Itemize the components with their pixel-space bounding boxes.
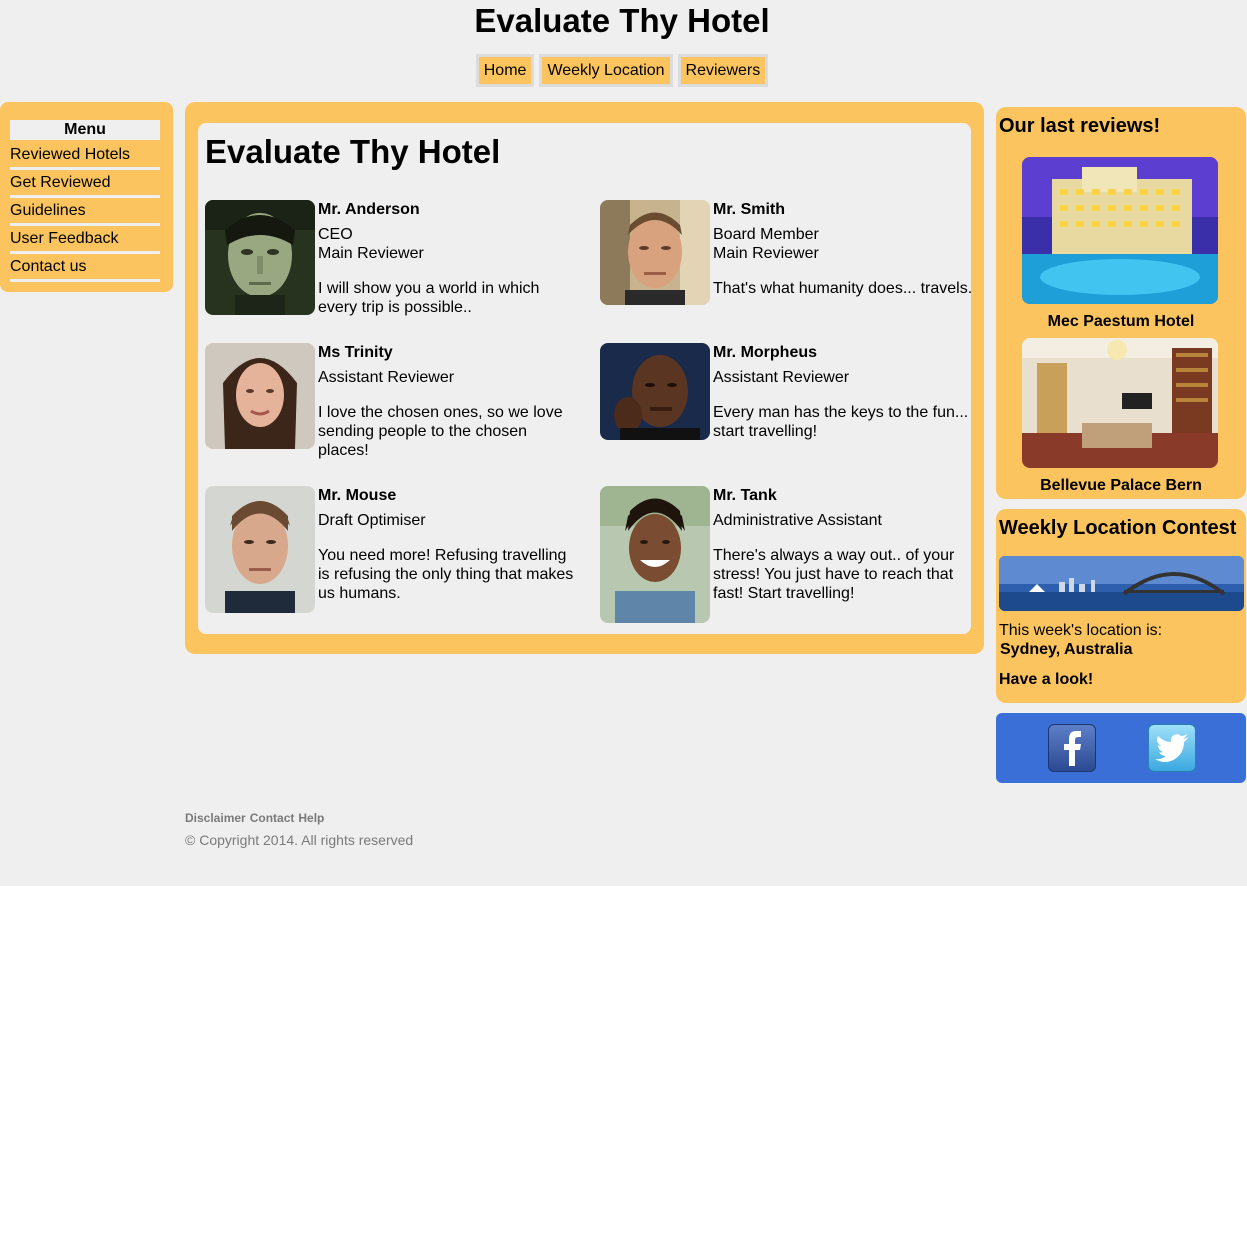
menu-item-user-feedback[interactable]: User Feedback bbox=[10, 227, 160, 254]
twitter-icon[interactable] bbox=[1148, 724, 1196, 772]
reviewer-role: Administrative Assistant bbox=[713, 512, 882, 529]
facebook-icon[interactable] bbox=[1048, 724, 1096, 772]
reviewer-name: Mr. Tank bbox=[713, 487, 777, 504]
reviewer-role: Board Member bbox=[713, 226, 819, 243]
have-a-look-link[interactable]: Have a look! bbox=[999, 671, 1093, 689]
footer-link-disclaimer[interactable]: Disclaimer bbox=[185, 811, 246, 825]
reviewer-role-secondary: Main Reviewer bbox=[713, 245, 819, 262]
menu-title: Menu bbox=[10, 120, 160, 140]
hotel-name[interactable]: Mec Paestum Hotel bbox=[996, 313, 1246, 331]
reviewer-photo bbox=[600, 200, 710, 305]
menu-item-get-reviewed[interactable]: Get Reviewed bbox=[10, 171, 160, 198]
last-reviews-heading: Our last reviews! bbox=[999, 115, 1161, 137]
reviewer-name: Mr. Mouse bbox=[318, 487, 397, 504]
reviewer-quote: You need more! Refusing travelling is re… bbox=[318, 547, 574, 602]
hotel-image-mec-paestum[interactable] bbox=[1022, 157, 1218, 304]
nav-home[interactable]: Home bbox=[475, 54, 535, 87]
copyright: © Copyright 2014. All rights reserved bbox=[185, 832, 414, 848]
nav-reviewers[interactable]: Reviewers bbox=[677, 54, 769, 87]
main-panel: Evaluate Thy Hotel Mr. Anderson CEO Main… bbox=[198, 123, 973, 634]
reviewer-quote: There's always a way out.. of your stres… bbox=[713, 547, 955, 602]
reviewer-quote: That's what humanity does... travels. bbox=[713, 280, 973, 297]
site-title: Evaluate Thy Hotel bbox=[474, 2, 770, 39]
top-navigation: Home Weekly Location Reviewers bbox=[0, 54, 1244, 87]
weekly-contest-heading: Weekly Location Contest bbox=[999, 517, 1237, 539]
reviewer-role: Draft Optimiser bbox=[318, 512, 426, 529]
weekly-contest-panel: Weekly Location Contest This week's loca… bbox=[996, 509, 1246, 703]
reviewer-role: CEO bbox=[318, 226, 353, 243]
reviewer-name: Ms Trinity bbox=[318, 344, 393, 361]
reviewer-photo bbox=[600, 486, 710, 623]
footer-link-contact[interactable]: Contact bbox=[250, 811, 295, 825]
location-name: Sydney, Australia bbox=[1000, 641, 1133, 658]
reviewer-quote: Every man has the keys to the fun... sta… bbox=[713, 404, 969, 440]
reviewer-quote: I will show you a world in which every t… bbox=[318, 280, 540, 316]
menu-item-reviewed-hotels[interactable]: Reviewed Hotels bbox=[10, 143, 160, 170]
reviewer-photo bbox=[600, 343, 710, 440]
nav-weekly-location[interactable]: Weekly Location bbox=[539, 54, 673, 87]
reviewer-name: Mr. Morpheus bbox=[713, 344, 818, 361]
reviewer-name: Mr. Smith bbox=[713, 201, 786, 218]
menu-item-guidelines[interactable]: Guidelines bbox=[10, 199, 160, 226]
main-content: Evaluate Thy Hotel Mr. Anderson CEO Main… bbox=[185, 102, 984, 654]
footer-link-help[interactable]: Help bbox=[298, 811, 324, 825]
hotel-name[interactable]: Bellevue Palace Bern bbox=[996, 477, 1246, 495]
social-panel bbox=[996, 713, 1246, 783]
location-image[interactable] bbox=[999, 556, 1244, 611]
location-intro: This week's location is: bbox=[999, 622, 1163, 639]
side-menu: Menu Reviewed Hotels Get Reviewed Guidel… bbox=[0, 102, 173, 292]
reviewer-role: Assistant Reviewer bbox=[318, 369, 455, 386]
menu-item-contact-us[interactable]: Contact us bbox=[10, 255, 160, 282]
reviewer-role: Assistant Reviewer bbox=[713, 369, 850, 386]
reviewer-photo bbox=[205, 343, 315, 449]
last-reviews-panel: Our last reviews! Mec Paestum Hotel Bell… bbox=[996, 107, 1246, 499]
reviewer-photo bbox=[205, 200, 315, 315]
reviewer-role-secondary: Main Reviewer bbox=[318, 245, 424, 262]
main-heading: Evaluate Thy Hotel bbox=[205, 133, 501, 170]
reviewer-quote: I love the chosen ones, so we love sendi… bbox=[318, 404, 563, 459]
reviewer-name: Mr. Anderson bbox=[318, 201, 420, 218]
footer-links: Disclaimer Contact Help bbox=[185, 811, 328, 825]
reviewer-photo bbox=[205, 486, 315, 613]
hotel-image-bellevue-palace[interactable] bbox=[1022, 338, 1218, 468]
